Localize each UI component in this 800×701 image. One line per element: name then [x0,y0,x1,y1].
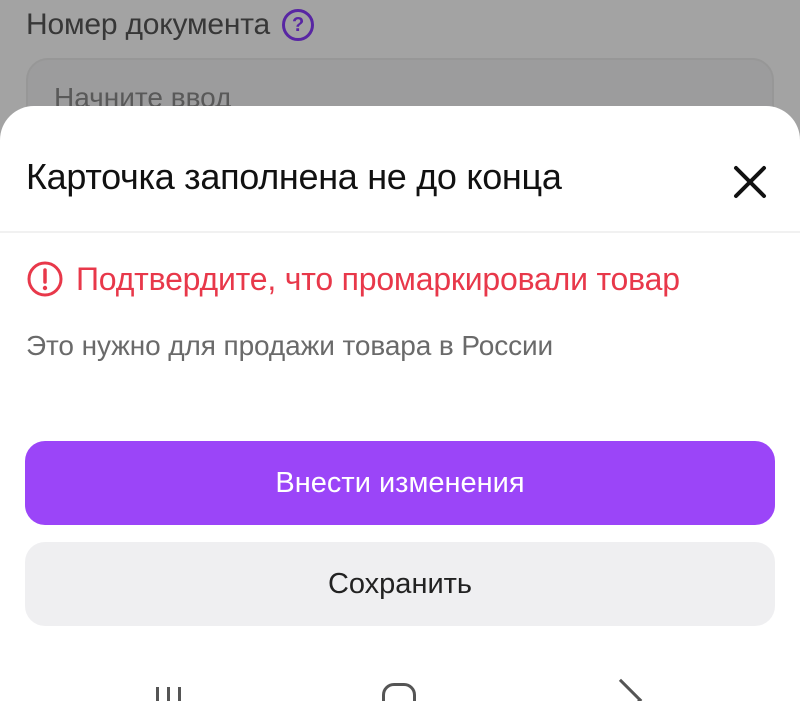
recent-apps-icon[interactable] [156,687,192,701]
exclamation-circle-icon [27,261,63,297]
bottom-sheet: Карточка заполнена не до конца Подтверди… [0,106,800,701]
home-icon[interactable] [382,683,416,701]
close-icon [734,166,766,198]
close-button[interactable] [728,160,772,204]
error-message: Подтвердите, что промаркировали товар [26,260,680,298]
save-button[interactable]: Сохранить [25,542,775,626]
hint-text: Это нужно для продажи товара в России [26,330,554,361]
sheet-title: Карточка заполнена не до конца [26,156,562,197]
back-icon[interactable] [599,678,643,701]
divider [0,231,800,233]
system-navbar [0,677,800,701]
make-changes-button[interactable]: Внести изменения [25,441,775,525]
error-text: Подтвердите, что промаркировали товар [76,260,680,297]
